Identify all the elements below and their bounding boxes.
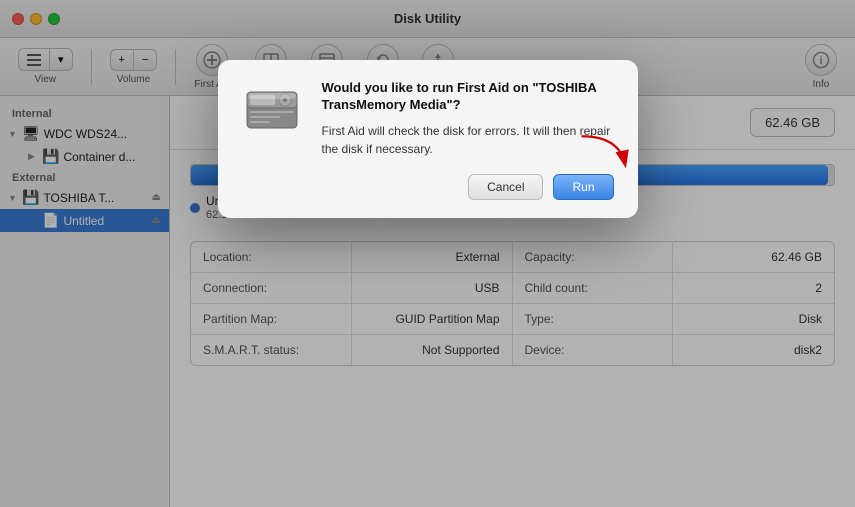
modal-body: Would you like to run First Aid on "TOSH… (322, 80, 614, 200)
modal-title: Would you like to run First Aid on "TOSH… (322, 80, 614, 114)
cancel-button[interactable]: Cancel (468, 174, 543, 200)
run-button[interactable]: Run (553, 174, 613, 200)
modal-overlay: Would you like to run First Aid on "TOSH… (0, 0, 855, 507)
first-aid-modal: Would you like to run First Aid on "TOSH… (218, 60, 638, 218)
modal-buttons: Cancel Run (322, 174, 614, 200)
modal-disk-icon (242, 80, 306, 144)
modal-message: First Aid will check the disk for errors… (322, 122, 614, 158)
